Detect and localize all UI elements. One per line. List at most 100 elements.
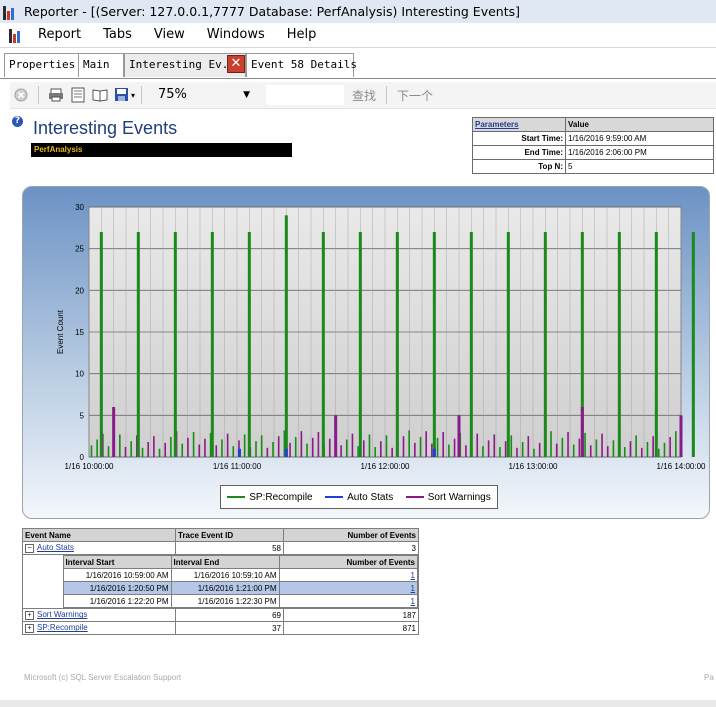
background-activity-bar <box>623 447 626 457</box>
x-tick-label: 1/16 11:00:00 <box>213 462 262 471</box>
event-link-sp-recompile[interactable]: SP:Recompile <box>37 623 88 632</box>
event-link-auto-stats[interactable]: Auto Stats <box>37 543 74 552</box>
indent-cell <box>23 556 63 569</box>
page-setup-icon[interactable] <box>91 86 109 104</box>
background-activity-bar <box>493 434 496 457</box>
background-activity-bar <box>374 447 376 457</box>
interval-count-link[interactable]: 1 <box>411 584 415 593</box>
event-count-cell: 3 <box>283 541 419 555</box>
interval-count-link[interactable]: 1 <box>411 597 415 606</box>
window-titlebar: Reporter - [(Server: 127.0.0.1,7777 Data… <box>0 0 716 24</box>
background-activity-bar <box>533 448 535 457</box>
background-activity-bar <box>328 438 331 457</box>
expand-icon[interactable]: + <box>25 623 34 633</box>
interval-subtable: Interval Start Interval End Number of Ev… <box>23 555 418 608</box>
tab-main[interactable]: Main <box>78 53 124 77</box>
background-activity-bar <box>448 444 450 457</box>
menu-bar: Report Tabs View Windows Help <box>0 23 716 48</box>
find-button[interactable]: 查找 <box>352 87 376 104</box>
background-activity-bar <box>487 440 490 457</box>
export-save-icon[interactable] <box>113 86 131 104</box>
stop-icon[interactable] <box>12 86 30 104</box>
background-activity-bar <box>198 444 201 457</box>
legend-item-sp-recompile: SP:Recompile <box>227 492 313 503</box>
close-tab-icon[interactable]: ✕ <box>227 55 245 73</box>
table-row: 1/16/2016 1:22:20 PM 1/16/2016 1:22:30 P… <box>23 594 418 608</box>
background-activity-bar <box>408 430 410 457</box>
collapse-icon[interactable]: − <box>25 543 34 553</box>
event-link-sort-warnings[interactable]: Sort Warnings <box>37 610 87 619</box>
database-banner: PerfAnalysis <box>31 143 292 157</box>
menu-report[interactable]: Report <box>27 23 92 47</box>
col-header-interval-start: Interval Start <box>62 555 172 569</box>
background-activity-bar <box>663 442 666 457</box>
chevron-down-icon[interactable]: ▾ <box>131 91 135 100</box>
report-title: Interesting Events <box>33 118 178 138</box>
horizontal-scrollbar[interactable] <box>0 700 716 707</box>
expand-icon[interactable]: + <box>25 610 34 620</box>
legend-swatch <box>227 496 246 498</box>
background-activity-bar <box>675 431 677 457</box>
y-tick-label: 30 <box>75 203 84 212</box>
background-activity-bar <box>147 442 149 457</box>
menu-tabs[interactable]: Tabs <box>92 23 143 47</box>
col-header-trace-event-id: Trace Event ID <box>175 528 284 542</box>
background-activity-bar <box>658 448 660 457</box>
bar-chart-menu-icon <box>9 27 25 43</box>
param-value: 1/16/2016 9:59:00 AM <box>565 131 714 146</box>
event-name-cell: + SP:Recompile <box>22 621 176 635</box>
y-tick-label: 20 <box>75 286 84 295</box>
background-activity-bar <box>465 445 467 457</box>
bar-sp-recompile <box>506 232 510 457</box>
bar-sp-recompile <box>691 232 695 457</box>
bar-sort-warnings <box>457 415 461 457</box>
background-activity-bar <box>192 432 195 457</box>
background-activity-bar <box>567 432 569 457</box>
table-row: + SP:Recompile 37 871 <box>22 621 419 635</box>
find-next-button[interactable]: 下一个 <box>397 87 433 104</box>
help-icon[interactable]: ? <box>12 116 23 127</box>
print-icon[interactable] <box>47 86 65 104</box>
parameters-link[interactable]: Parameters <box>475 120 519 129</box>
parameters-header[interactable]: Parameters <box>472 117 566 132</box>
bar-sp-recompile <box>136 232 140 457</box>
background-activity-bar <box>226 433 229 457</box>
menu-windows[interactable]: Windows <box>196 23 276 47</box>
y-tick-label: 25 <box>75 245 84 254</box>
tab-bar: Properties Main Interesting Ev.. ✕ Event… <box>0 48 716 79</box>
trace-id-cell: 69 <box>175 608 284 622</box>
indent-cell <box>23 569 63 582</box>
x-tick-label: 1/16 13:00:00 <box>509 462 558 471</box>
menu-help[interactable]: Help <box>276 23 328 47</box>
event-name-cell: + Sort Warnings <box>22 608 176 622</box>
background-activity-bar <box>385 435 388 457</box>
trace-id-cell: 37 <box>175 621 284 635</box>
bar-sort-warnings <box>679 415 683 457</box>
tab-event-58-details[interactable]: Event 58 Details <box>246 53 357 77</box>
interval-start-cell: 1/16/2016 1:22:20 PM <box>62 594 172 608</box>
event-chart-svg: 0 5 10 15 20 25 30 1/16 10:00:00 1/16 11:00:00 1/… <box>56 203 706 471</box>
interval-count-link[interactable]: 1 <box>411 571 415 580</box>
events-table: Event Name Trace Event ID Number of Even… <box>22 528 419 635</box>
background-activity-bar <box>300 431 303 457</box>
background-activity-bar <box>204 438 206 457</box>
background-activity-bar <box>255 441 257 457</box>
interval-count-cell: 1 <box>278 594 418 608</box>
background-activity-bar <box>584 432 586 457</box>
menu-view[interactable]: View <box>143 23 196 47</box>
background-activity-bar <box>425 431 427 457</box>
background-activity-bar <box>589 445 592 457</box>
background-activity-bar <box>669 437 671 457</box>
report-toolbar: ▾ 75% ▼ 查找 下一个 <box>10 82 716 109</box>
value-header: Value <box>565 117 714 132</box>
interval-count-cell: 1 <box>278 581 418 595</box>
find-input[interactable] <box>266 85 345 105</box>
zoom-select[interactable]: 75% ▼ <box>154 85 254 105</box>
print-layout-icon[interactable] <box>69 86 87 104</box>
bar-sp-recompile <box>469 232 473 457</box>
interval-subtable-cell: Interval Start Interval End Number of Ev… <box>22 554 419 609</box>
interval-end-cell: 1/16/2016 1:21:00 PM <box>170 581 280 595</box>
tab-properties[interactable]: Properties <box>4 53 79 77</box>
x-tick-label: 1/16 12:00:00 <box>361 462 410 471</box>
legend-item-auto-stats: Auto Stats <box>325 492 393 503</box>
